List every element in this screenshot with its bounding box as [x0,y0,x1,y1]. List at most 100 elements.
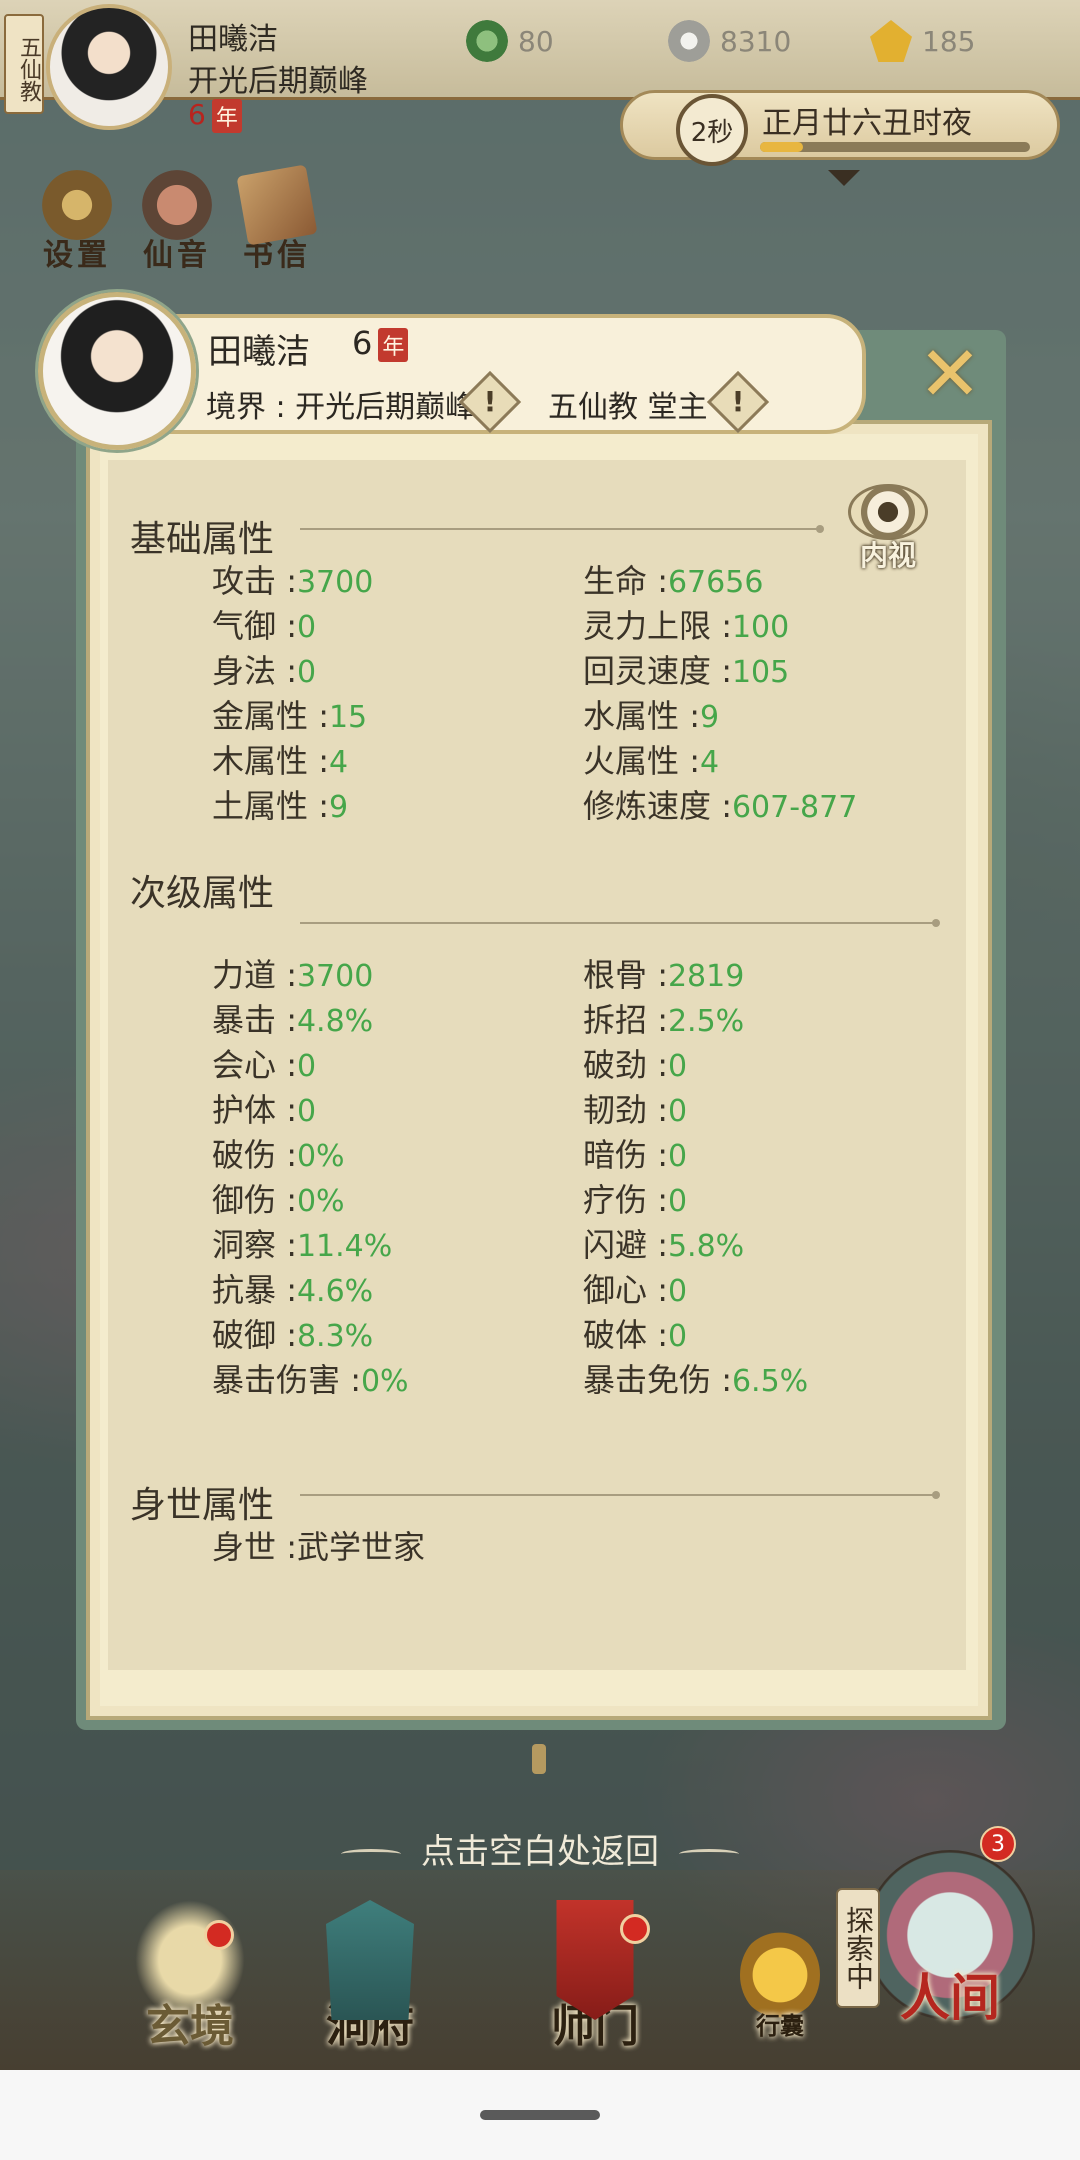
attribute-label: 身法 [212,652,277,690]
panel-player-name: 田曦洁 [208,332,310,372]
sect-info-icon: ! [731,385,745,418]
attribute-separator: : [276,1528,297,1566]
attribute-value: 3700 [296,565,374,600]
attribute-value: 0 [667,1319,688,1354]
attribute-basic-0-1: 生命 :67656 [583,556,763,602]
panel-realm: 境界 : 开光后期巅峰 [206,390,476,425]
attribute-label: 洞察 [212,1226,277,1264]
letters-button[interactable]: 书信 [232,164,322,274]
sect-tab[interactable]: 五仙教 [4,14,44,114]
attribute-secondary-8-0: 破御 :8.3% [212,1310,373,1356]
player-realm: 开光后期巅峰 [188,64,368,99]
attribute-secondary-5-0: 御伤 :0% [212,1175,345,1221]
attribute-secondary-5-1: 疗伤 :0 [583,1175,687,1221]
resource-copper[interactable]: 8310 [668,20,791,62]
chevron-down-icon[interactable] [828,170,860,186]
attribute-secondary-2-1: 破劲 :0 [583,1040,687,1086]
close-button[interactable]: ✕ [912,336,988,414]
attribute-label: 生命 [583,562,648,600]
music-button[interactable]: 仙音 [132,170,222,274]
attribute-label: 韧劲 [583,1091,648,1129]
resource-gold[interactable]: 185 [870,20,975,62]
attribute-value: 0 [296,655,317,690]
eye-icon [848,484,928,540]
attribute-basic-4-0: 木属性 :4 [212,736,348,782]
panel-sect-rank: 五仙教 堂主 [548,390,708,425]
attribute-value: 0 [667,1274,688,1309]
attribute-separator: : [276,562,297,600]
attribute-label: 御伤 [212,1181,277,1219]
attribute-basic-0-0: 攻击 :3700 [212,556,373,602]
player-avatar[interactable] [46,4,172,130]
attribute-basic-1-1: 灵力上限 :100 [583,601,789,647]
attribute-value: 105 [731,655,790,690]
attribute-separator: : [276,1271,297,1309]
attribute-secondary-7-0: 抗暴 :4.6% [212,1265,373,1311]
attribute-basic-5-0: 土属性 :9 [212,781,348,827]
attribute-secondary-8-1: 破体 :0 [583,1310,687,1356]
home-indicator[interactable] [480,2110,600,2120]
nav-xuanjing-label: 玄境 [146,2001,234,2052]
attribute-separator: : [276,956,297,994]
nav-xuanjing[interactable]: 玄境 [110,1900,270,2054]
attribute-separator: : [308,787,329,825]
letter-icon [236,164,318,246]
panel-player-age: 6年 [352,324,409,362]
attribute-secondary-4-1: 暗伤 :0 [583,1130,687,1176]
settings-button[interactable]: 设置 [32,170,122,274]
attribute-label: 御心 [583,1271,648,1309]
resource-jade-value: 80 [518,24,554,58]
attribute-separator: : [276,607,297,645]
attribute-secondary-0-1: 根骨 :2819 [583,950,744,996]
attribute-separator: : [276,1226,297,1264]
attribute-separator: : [711,787,732,825]
attribute-value: 0% [296,1139,345,1174]
attribute-value: 0 [296,610,317,645]
explore-status-tag: 探索中 [836,1888,880,2008]
nav-shimen[interactable]: 师门 [515,1900,675,2054]
resource-jade[interactable]: 80 [466,20,554,62]
attribute-secondary-1-1: 拆招 :2.5% [583,995,744,1041]
attribute-separator: : [647,1001,668,1039]
copper-coin-icon [668,20,710,62]
attribute-label: 火属性 [583,742,680,780]
section-title-secondary: 次级属性 [130,873,275,914]
attribute-value: 0 [667,1184,688,1219]
attribute-value: 8.3% [296,1319,374,1354]
attribute-basic-3-1: 水属性 :9 [583,691,719,737]
attribute-label: 攻击 [212,562,277,600]
section-title-basic: 基础属性 [130,519,275,560]
attribute-value: 9 [328,790,349,825]
section-divider [300,1491,940,1499]
panel-age-value: 6 [352,324,373,362]
attribute-separator: : [679,697,700,735]
attribute-value: 2819 [667,959,745,994]
attribute-label: 灵力上限 [583,607,712,645]
panel-year-badge: 年 [378,328,409,362]
attribute-value: 0 [296,1094,317,1129]
resource-copper-value: 8310 [720,24,792,58]
calendar-text: 正月廿六丑时夜 [762,106,972,141]
attribute-separator: : [276,1091,297,1129]
nav-renjian[interactable]: 人间 [850,1850,1050,2030]
attribute-secondary-6-0: 洞察 :11.4% [212,1220,392,1266]
section-title-background: 身世属性 [130,1485,275,1526]
attribute-secondary-3-0: 护体 :0 [212,1085,316,1131]
attribute-separator: : [679,742,700,780]
inner-view-button[interactable]: 内视 [840,484,936,584]
attribute-value: 100 [731,610,790,645]
attribute-separator: : [647,562,668,600]
attribute-separator: : [711,607,732,645]
attribute-value: 4.6% [296,1274,374,1309]
attribute-value: 9 [699,700,720,735]
attribute-separator: : [647,1091,668,1129]
attribute-secondary-0-0: 力道 :3700 [212,950,373,996]
time-progress [760,142,1030,152]
swirl-ornament-icon [341,1848,401,1859]
attribute-separator: : [276,1181,297,1219]
attribute-separator: : [647,1316,668,1354]
nav-dongfu[interactable]: 洞府 [290,1900,450,2054]
realm-info-icon: ! [483,385,497,418]
attribute-value: 6.5% [731,1364,809,1399]
attribute-label: 暴击免伤 [583,1361,712,1399]
